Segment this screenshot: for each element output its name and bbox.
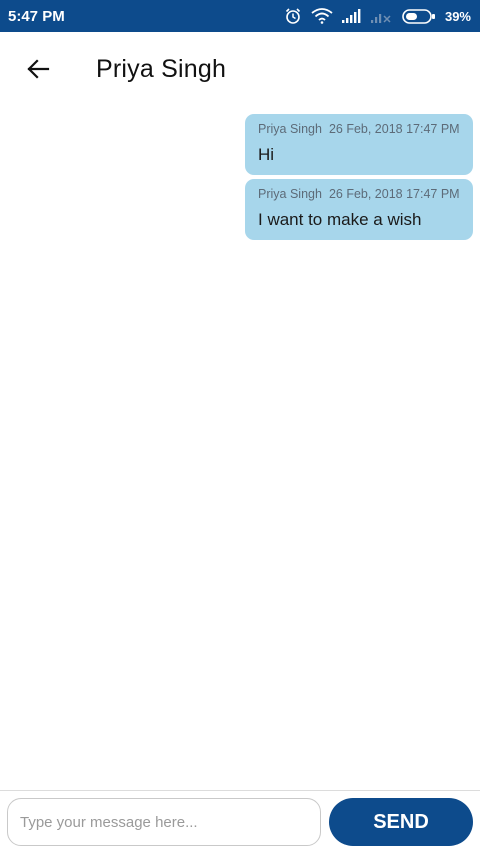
signal-no-sim-icon: [370, 9, 393, 23]
message-timestamp: 26 Feb, 2018 17:47 PM: [328, 122, 460, 136]
message-text: Hi: [258, 145, 275, 164]
message-meta: Priya Singh 26 Feb, 2018 17:47 PM: [258, 122, 465, 136]
message-meta: Priya Singh 26 Feb, 2018 17:47 PM: [258, 187, 465, 201]
message-bubble[interactable]: Priya Singh 26 Feb, 2018 17:47 PM Hi: [245, 114, 473, 175]
signal-icon: [341, 9, 362, 23]
send-button[interactable]: SEND: [329, 798, 473, 846]
wifi-icon: [311, 8, 333, 24]
status-icons: 39%: [284, 7, 471, 25]
message-sender: Priya Singh: [258, 187, 322, 201]
page-title: Priya Singh: [96, 55, 227, 83]
status-bar: 5:47 PM 39%: [0, 0, 480, 32]
arrow-left-icon: [26, 58, 50, 85]
message-input[interactable]: [7, 798, 321, 846]
battery-icon: [402, 8, 436, 24]
message-bubble[interactable]: Priya Singh 26 Feb, 2018 17:47 PM I want …: [245, 179, 473, 240]
battery-percent: 39%: [444, 8, 471, 24]
message-text: I want to make a wish: [258, 210, 422, 229]
message-sender: Priya Singh: [258, 122, 322, 136]
alarm-icon: [284, 7, 302, 25]
message-timestamp: 26 Feb, 2018 17:47 PM: [328, 187, 460, 201]
message-list: Priya Singh 26 Feb, 2018 17:47 PM Hi Priy…: [245, 114, 473, 240]
back-button[interactable]: [18, 52, 58, 90]
compose-bar: SEND: [0, 790, 480, 854]
status-time: 5:47 PM: [8, 7, 65, 25]
app-header: Priya Singh: [0, 32, 480, 110]
